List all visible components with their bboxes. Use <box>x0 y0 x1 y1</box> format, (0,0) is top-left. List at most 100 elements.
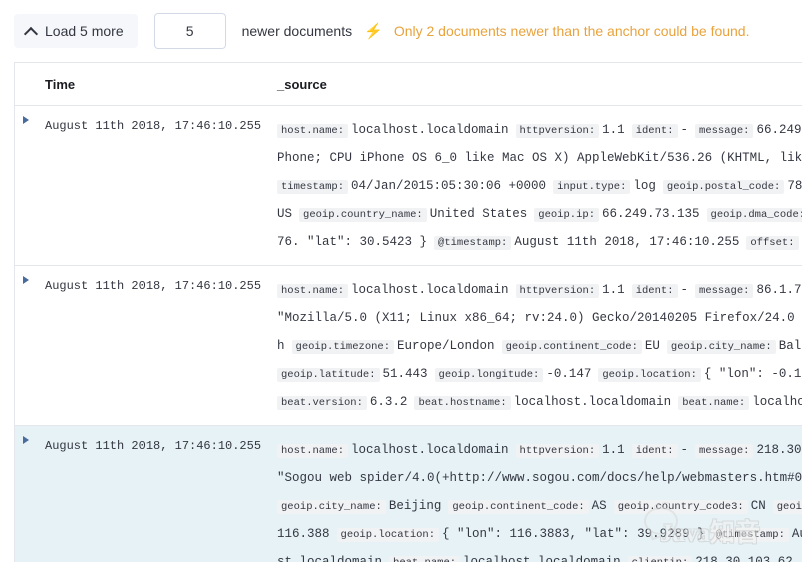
caret-right-icon[interactable] <box>23 276 29 284</box>
field-name-chip: host.name: <box>277 124 349 138</box>
field-name-chip: timestamp: <box>277 180 349 194</box>
row-expand-cell[interactable] <box>15 425 45 562</box>
table-row[interactable]: August 11th 2018, 17:46:10.255 host.name:… <box>15 105 802 266</box>
cell-source: host.name: localhost.localdomain httpversi… <box>277 425 802 562</box>
row-expand-cell[interactable] <box>15 105 45 266</box>
field-name-chip: ident: <box>631 124 678 138</box>
field-name-chip: geoip.continent_code: <box>448 500 589 514</box>
field-name-chip: httpversion: <box>515 124 600 138</box>
source-line: host.name: localhost.localdomain httpversi… <box>277 276 802 304</box>
field-name-chip: httpversion: <box>515 284 600 298</box>
cell-time: August 11th 2018, 17:46:10.255 <box>45 105 277 266</box>
column-header-toggle <box>15 63 45 106</box>
source-line: timestamp: 04/Jan/2015:05:30:06 +0000 inpu… <box>277 172 802 200</box>
bolt-icon: ⚡ <box>364 22 383 40</box>
field-name-chip: ident: <box>631 284 678 298</box>
load-more-label: Load 5 more <box>45 23 124 39</box>
newer-document-count-input[interactable] <box>153 13 226 49</box>
field-value-text: CN <box>750 499 766 513</box>
load-more-newer-button[interactable]: Load 5 more <box>14 14 138 48</box>
field-value-text: localhost.localdomain <box>513 395 672 409</box>
field-value-text: Aug <box>791 527 802 541</box>
source-content: host.name: localhost.localdomain httpversi… <box>277 436 802 562</box>
timestamp-text: August 11th 2018, 17:46:10.255 <box>45 279 262 293</box>
field-value-text: United States <box>429 207 528 221</box>
field-name-chip: geoip <box>772 500 802 514</box>
field-value-text: log <box>633 179 656 193</box>
field-value-text: EU <box>644 339 660 353</box>
field-name-chip: geoip.ip: <box>534 208 599 222</box>
field-value-text: -0.147 <box>546 367 592 381</box>
field-value-text: 04/Jan/2015:05:30:06 +0000 <box>351 179 547 193</box>
newer-documents-label: newer documents <box>241 23 353 39</box>
field-value-text: h <box>277 339 285 353</box>
field-name-chip: beat.name: <box>389 556 461 562</box>
source-line: 76. "lat": 30.5423 } @timestamp: August 11… <box>277 228 802 256</box>
field-value-text: localhost.localdomain <box>463 555 621 562</box>
field-name-chip: geoip.country_name: <box>299 208 427 222</box>
field-name-chip: geoip.longitude: <box>434 368 544 382</box>
field-value-text: 1.1 <box>602 283 625 297</box>
field-value-text: localhost.localdomain <box>351 123 509 137</box>
source-line: "Sogou web spider/4.0(+http://www.sogou.… <box>277 464 802 492</box>
source-line: 116.388 geoip.location:{ "lon": 116.3883,… <box>277 520 802 548</box>
column-header-source[interactable]: _source <box>277 63 802 106</box>
field-name-chip: geoip.timezone: <box>291 340 395 354</box>
table-row[interactable]: August 11th 2018, 17:46:10.255 host.name:… <box>15 425 802 562</box>
caret-right-icon[interactable] <box>23 116 29 124</box>
field-name-chip: host.name: <box>277 444 349 458</box>
field-name-chip: httpversion: <box>515 444 600 458</box>
field-name-chip: clientip: <box>627 556 693 562</box>
field-value-text: 51.443 <box>382 367 428 381</box>
row-expand-cell[interactable] <box>15 265 45 426</box>
cell-time: August 11th 2018, 17:46:10.255 <box>45 265 277 426</box>
source-line: beat.version: 6.3.2 beat.hostname: localhos… <box>277 388 802 416</box>
field-value-text: st.localdomain <box>277 555 383 562</box>
table-body: August 11th 2018, 17:46:10.255 host.name:… <box>15 105 802 562</box>
field-value-text: { "lon": -0.14 <box>703 367 802 381</box>
load-newer-toolbar: Load 5 more newer documents ⚡ Only 2 doc… <box>0 0 802 62</box>
field-value-text: "Sogou web spider/4.0(+http://www.sogou.… <box>277 471 802 485</box>
field-name-chip: geoip.postal_code: <box>662 180 785 194</box>
cell-time: August 11th 2018, 17:46:10.255 <box>45 425 277 562</box>
field-value-text: August 11th 2018, 17:46:10.255 <box>514 235 740 249</box>
field-value-text: Balh <box>778 339 802 353</box>
column-header-time[interactable]: Time <box>45 63 277 106</box>
field-name-chip: beat.version: <box>277 396 367 410</box>
field-value-text: 218.30 <box>756 443 802 457</box>
field-name-chip: @timestamp: <box>434 236 512 250</box>
timestamp-text: August 11th 2018, 17:46:10.255 <box>45 119 262 133</box>
field-name-chip: geoip.location: <box>336 528 440 542</box>
source-line: host.name: localhost.localdomain httpversi… <box>277 116 802 144</box>
field-name-chip: offset: <box>746 236 799 250</box>
caret-right-icon[interactable] <box>23 436 29 444</box>
source-content: host.name: localhost.localdomain httpversi… <box>277 276 802 416</box>
table-header-row: Time _source <box>15 63 802 106</box>
field-value-text: { "lon": 116.3883, "lat": 39.9289 } <box>442 527 705 541</box>
field-name-chip: geoip.city_name: <box>277 500 386 514</box>
source-line: st.localdomain beat.name:localhost.locald… <box>277 548 802 562</box>
source-line: geoip.city_name: Beijing geoip.continent_c… <box>277 492 802 520</box>
field-value-text: - <box>680 283 689 297</box>
table-row[interactable]: August 11th 2018, 17:46:10.255 host.name:… <box>15 265 802 426</box>
field-value-text: 66.249.73.135 <box>602 207 700 221</box>
field-name-chip: geoip.country_code3: <box>613 500 748 514</box>
field-name-chip: geoip.latitude: <box>277 368 380 382</box>
field-value-text: 6.3.2 <box>369 395 408 409</box>
field-value-text: AS <box>591 499 607 513</box>
table-head: Time _source <box>15 63 802 106</box>
field-name-chip: input.type: <box>553 180 631 194</box>
field-value-text: US <box>277 207 293 221</box>
field-value-text: Beijing <box>388 499 442 513</box>
field-value-text: - <box>680 443 689 457</box>
field-value-text: Europe/London <box>397 339 495 353</box>
field-name-chip: geoip.city_name: <box>666 340 776 354</box>
field-name-chip: @timestamp: <box>711 528 789 542</box>
field-name-chip: beat.hostname: <box>414 396 511 410</box>
field-value-text: "Mozilla/5.0 (X11; Linux x86_64; rv:24.0… <box>277 311 802 325</box>
field-name-chip: ident: <box>631 444 678 458</box>
field-name-chip: message: <box>695 124 754 138</box>
field-value-text: 86.1.7 <box>756 283 802 297</box>
field-name-chip: host.name: <box>277 284 349 298</box>
field-value-text: Phone; CPU iPhone OS 6_0 like Mac OS X) … <box>277 151 802 165</box>
